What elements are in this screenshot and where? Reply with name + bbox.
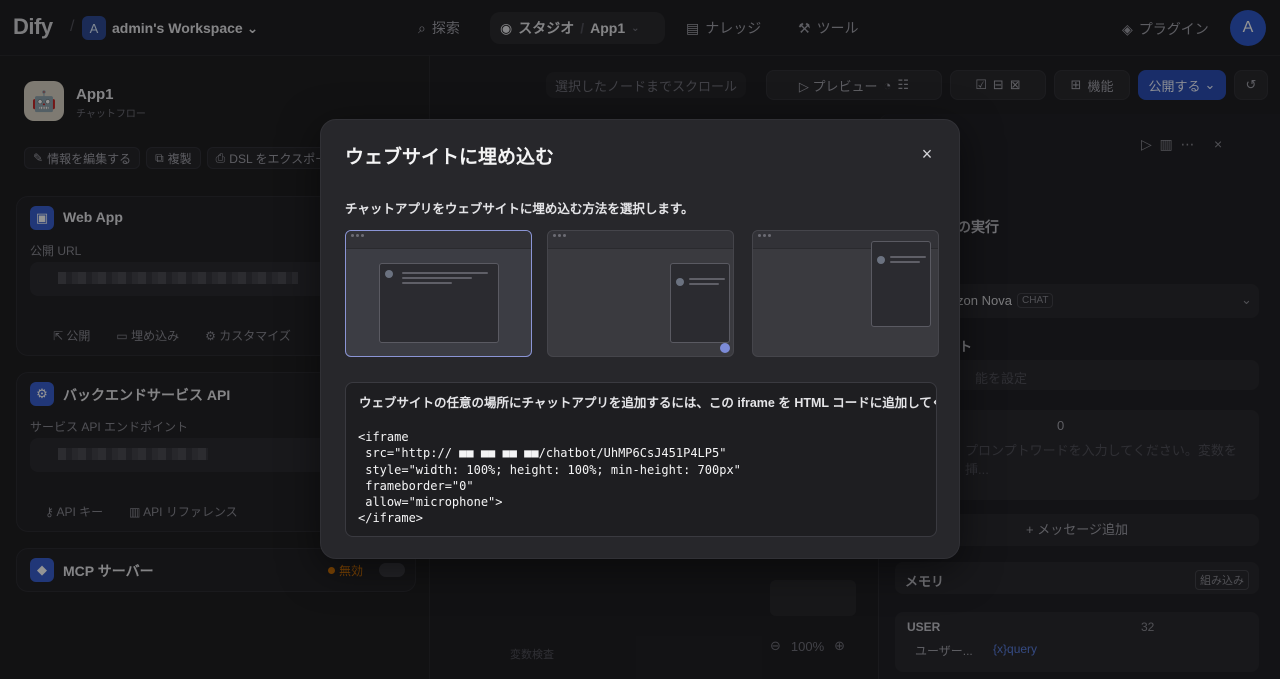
embed-option-script[interactable]: [547, 230, 734, 357]
browser-dot: [553, 234, 556, 237]
embed-option-iframe[interactable]: [345, 230, 532, 357]
browser-dot: [563, 234, 566, 237]
chat-bubble-icon: [720, 343, 730, 353]
browser-dot: [361, 234, 364, 237]
chat-line: [402, 277, 472, 279]
browser-dot: [351, 234, 354, 237]
iframe-code[interactable]: <iframe src="http:// ■■ ■■ ■■ ■■/chatbot…: [358, 429, 741, 527]
chat-popup-illustration: [670, 263, 730, 343]
bot-avatar-icon: [676, 278, 684, 286]
embed-option-extension[interactable]: [752, 230, 939, 357]
code-description: ウェブサイトの任意の場所にチャットアプリを追加するには、この iframe を …: [359, 396, 937, 410]
chat-line: [890, 261, 920, 263]
modal-title: ウェブサイトに埋め込む: [345, 147, 555, 168]
chat-line: [890, 256, 926, 258]
bot-avatar-icon: [877, 256, 885, 264]
extension-popup-illustration: [871, 241, 931, 327]
browser-dot: [768, 234, 771, 237]
chat-line: [689, 278, 725, 280]
browser-dot: [558, 234, 561, 237]
chat-line: [689, 283, 719, 285]
browser-bar: [548, 231, 733, 249]
modal-subtitle: チャットアプリをウェブサイトに埋め込む方法を選択します。: [345, 202, 694, 216]
close-icon[interactable]: ×: [917, 144, 937, 164]
browser-bar: [346, 231, 531, 249]
app-root: Dify / A admin's Workspace ⌄ ⌕ 探索 ◉ スタジオ …: [0, 0, 1280, 679]
embed-code-block[interactable]: ウェブサイトの任意の場所にチャットアプリを追加するには、この iframe を …: [345, 382, 937, 537]
bot-avatar-icon: [385, 270, 393, 278]
embed-modal: ウェブサイトに埋め込む × チャットアプリをウェブサイトに埋め込む方法を選択しま…: [320, 119, 960, 559]
browser-dot: [758, 234, 761, 237]
browser-dot: [356, 234, 359, 237]
chat-line: [402, 272, 488, 274]
chat-line: [402, 282, 452, 284]
iframe-window-illustration: [379, 263, 499, 343]
browser-dot: [763, 234, 766, 237]
